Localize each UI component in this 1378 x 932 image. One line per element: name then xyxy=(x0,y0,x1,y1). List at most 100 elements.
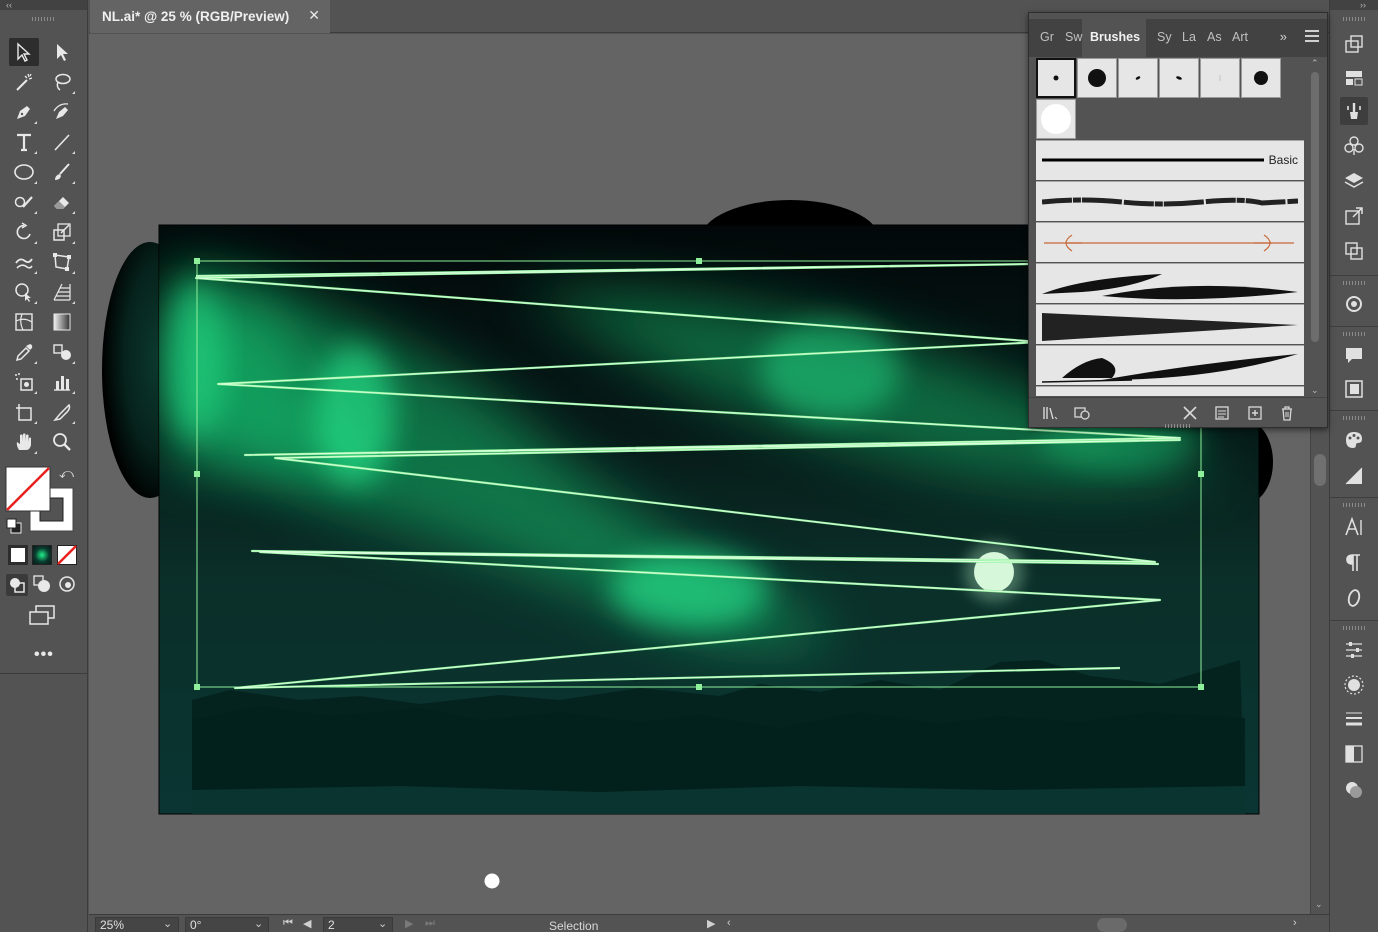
brush-swatch-3[interactable] xyxy=(1118,58,1158,98)
scroll-right-icon[interactable]: › xyxy=(1293,917,1297,929)
brush-swatch-7[interactable] xyxy=(1036,99,1076,139)
scroll-down-icon[interactable]: ⌄ xyxy=(1315,899,1323,910)
screen-mode-button[interactable] xyxy=(28,604,58,631)
tab-symbols[interactable]: Sy xyxy=(1157,30,1172,44)
dock-grip-2[interactable] xyxy=(1343,281,1365,285)
document-tab[interactable]: NL.ai* @ 25 % (RGB/Preview) ✕ xyxy=(90,0,330,33)
brush-libraries-menu-icon[interactable] xyxy=(1041,404,1059,422)
brush-swatch-4[interactable] xyxy=(1159,58,1199,98)
scale-tool[interactable] xyxy=(47,218,77,246)
brush-row-arrow[interactable] xyxy=(1036,222,1304,262)
toolbar-grip[interactable] xyxy=(32,17,54,21)
line-segment-tool[interactable] xyxy=(47,128,77,156)
last-artboard-icon[interactable]: ⏭ xyxy=(425,917,435,930)
brush-options-icon[interactable] xyxy=(1213,404,1231,422)
artboard-tool[interactable] xyxy=(9,398,39,426)
free-transform-tool[interactable] xyxy=(47,248,77,276)
tab-artboards[interactable]: Art xyxy=(1232,30,1248,44)
swap-fill-stroke-icon[interactable]: ⤺ xyxy=(59,465,74,482)
brush-row-leaf[interactable] xyxy=(1036,263,1304,303)
none-mode-button[interactable] xyxy=(57,545,77,565)
align-icon[interactable] xyxy=(1340,64,1368,92)
brush-scroll-up-icon[interactable]: ⌃ xyxy=(1311,58,1319,69)
type-tool[interactable] xyxy=(9,128,39,156)
cc-libraries-icon[interactable] xyxy=(1073,404,1091,422)
moon[interactable] xyxy=(974,552,1014,592)
brush-scroll-thumb[interactable] xyxy=(1311,72,1319,342)
ellipse-tool[interactable] xyxy=(9,158,39,186)
mesh-tool[interactable] xyxy=(9,308,39,336)
brush-row-splash[interactable] xyxy=(1036,345,1304,385)
opentype-icon[interactable] xyxy=(1340,584,1368,612)
tab-gradient[interactable]: Gr xyxy=(1040,30,1054,44)
comments-icon[interactable] xyxy=(1340,341,1368,369)
brush-swatch-2[interactable] xyxy=(1077,58,1117,98)
brush-scroll-down-icon[interactable]: ⌄ xyxy=(1311,385,1319,396)
warp-tool[interactable] xyxy=(9,248,39,276)
color-guide-icon[interactable] xyxy=(1340,426,1368,454)
export-icon[interactable] xyxy=(1340,202,1368,230)
dock-grip[interactable] xyxy=(1343,17,1365,21)
remove-brush-stroke-icon[interactable] xyxy=(1181,404,1199,422)
symbols-icon[interactable] xyxy=(1340,132,1368,160)
slice-tool[interactable] xyxy=(47,398,77,426)
curvature-tool[interactable] xyxy=(47,98,77,126)
eraser-tool[interactable] xyxy=(47,188,77,216)
recolor-icon[interactable] xyxy=(1340,290,1368,318)
graphic-styles-icon[interactable] xyxy=(1340,776,1368,804)
gradient-tool[interactable] xyxy=(47,308,77,336)
panel-menu-icon[interactable] xyxy=(1305,27,1319,42)
artboard-chevron-down-icon[interactable]: ⌄ xyxy=(378,917,387,930)
next-artboard-icon[interactable]: ▶ xyxy=(405,917,413,930)
horizontal-scroll-thumb[interactable] xyxy=(1097,918,1127,932)
transform-icon[interactable] xyxy=(1340,30,1368,58)
draw-behind-button[interactable] xyxy=(33,575,51,598)
properties-icon[interactable] xyxy=(1340,636,1368,664)
brushes-icon[interactable] xyxy=(1340,97,1368,125)
rotation-chevron-down-icon[interactable]: ⌄ xyxy=(254,917,263,930)
direct-selection-tool[interactable] xyxy=(47,38,77,66)
new-brush-icon[interactable] xyxy=(1246,404,1264,422)
zoom-tool[interactable] xyxy=(47,428,77,456)
previous-artboard-icon[interactable]: ◀ xyxy=(303,917,311,930)
lasso-tool[interactable] xyxy=(47,68,77,96)
tab-swatches[interactable]: Sw xyxy=(1065,30,1082,44)
color-mode-button[interactable] xyxy=(8,545,28,565)
layers-icon[interactable] xyxy=(1340,167,1368,195)
character-icon[interactable] xyxy=(1340,513,1368,541)
brush-row-charcoal[interactable] xyxy=(1036,181,1304,221)
brush-row-taper[interactable] xyxy=(1036,304,1304,344)
selection-tool[interactable] xyxy=(9,38,39,66)
close-tab-icon[interactable]: ✕ xyxy=(308,7,320,24)
draw-normal-button[interactable] xyxy=(6,574,28,596)
shape-builder-tool[interactable] xyxy=(9,278,39,306)
status-menu-arrow-icon[interactable]: ▶ xyxy=(707,917,715,930)
brush-swatch-5[interactable] xyxy=(1200,58,1240,98)
draw-inside-button[interactable] xyxy=(58,575,76,598)
pen-tool[interactable] xyxy=(9,98,39,126)
dock-grip-5[interactable] xyxy=(1343,503,1365,507)
pathfinder-icon[interactable] xyxy=(1340,237,1368,265)
brush-list-scrollbar[interactable]: ⌃ ⌄ xyxy=(1308,58,1322,396)
zoom-chevron-down-icon[interactable]: ⌄ xyxy=(163,917,172,930)
brush-swatch-6[interactable] xyxy=(1241,58,1281,98)
gradient-mode-button[interactable] xyxy=(32,545,52,565)
shaper-tool[interactable] xyxy=(9,188,39,216)
paintbrush-tool[interactable] xyxy=(47,158,77,186)
scroll-left-icon[interactable]: ‹ xyxy=(727,917,731,929)
eyedropper-tool[interactable] xyxy=(9,338,39,366)
more-tabs-icon[interactable]: » xyxy=(1280,29,1287,44)
blend-tool[interactable] xyxy=(47,338,77,366)
brush-swatch-1[interactable] xyxy=(1036,58,1076,98)
tab-asset-export[interactable]: As xyxy=(1207,30,1222,44)
transparency-icon[interactable] xyxy=(1340,740,1368,768)
gradient-panel-icon[interactable] xyxy=(1340,462,1368,490)
brush-row-partial[interactable] xyxy=(1036,386,1304,396)
edit-toolbar-ellipsis[interactable]: ••• xyxy=(34,646,54,664)
tab-layers[interactable]: La xyxy=(1182,30,1196,44)
tab-brushes[interactable]: Brushes xyxy=(1090,30,1140,44)
stroke-icon[interactable] xyxy=(1340,705,1368,733)
symbol-sprayer-tool[interactable] xyxy=(9,368,39,396)
paragraph-icon[interactable] xyxy=(1340,549,1368,577)
delete-brush-icon[interactable] xyxy=(1278,404,1296,422)
